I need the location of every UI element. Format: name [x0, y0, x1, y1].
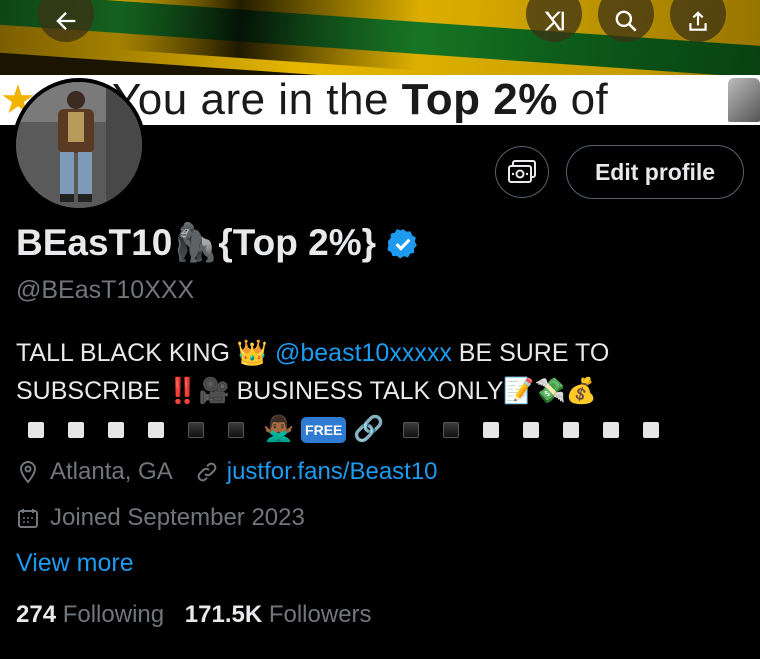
location-pin-icon: [19, 460, 37, 484]
avatar[interactable]: [12, 78, 146, 212]
grok-icon: [544, 11, 564, 31]
profile-meta-row: Atlanta, GA justfor.fans/Beast10: [16, 458, 438, 486]
joined-text: Joined September 2023: [50, 504, 305, 531]
display-name-text: BEasT10🦍{Top 2%}: [16, 222, 376, 263]
person-gesturing-no-icon: 🙅🏾‍♂️: [262, 415, 295, 443]
black-square-icon: [228, 422, 244, 439]
bio: TALL BLACK KING 👑 @beast10xxxxx BE SURE …: [16, 334, 716, 448]
white-square-icon: [563, 422, 580, 439]
link-icon: [197, 462, 217, 482]
view-more-link[interactable]: View more: [16, 549, 134, 578]
trophy-icon: [728, 78, 760, 122]
search-icon: [615, 10, 637, 32]
share-icon: [689, 11, 707, 31]
black-square-icon: [188, 422, 204, 439]
black-square-icon: [403, 422, 420, 439]
edit-profile-button[interactable]: Edit profile: [566, 145, 744, 199]
following-link[interactable]: 274 Following: [16, 601, 164, 628]
bio-decor-line: 🙅🏾‍♂️ FREE 🔗: [16, 410, 716, 448]
verified-badge-icon[interactable]: [386, 227, 420, 261]
bio-line: SUBSCRIBE ‼️🎥 BUSINESS TALK ONLY📝💸💰: [16, 377, 597, 405]
money-icon: [508, 160, 536, 183]
white-square-icon: [603, 422, 620, 439]
display-name: BEasT10🦍{Top 2%}: [16, 222, 420, 265]
follow-counts: 274 Following 171.5K Followers: [16, 601, 372, 629]
joined-row: Joined September 2023: [16, 504, 305, 532]
link-emoji-icon: 🔗: [353, 415, 385, 443]
white-square-icon: [643, 422, 660, 439]
avatar-photo: [16, 82, 142, 208]
white-square-icon: [148, 422, 164, 439]
handle: @BEasT10XXX: [16, 276, 195, 304]
arrow-left-icon: [56, 12, 76, 30]
location-text: Atlanta, GA: [50, 458, 173, 485]
website-link[interactable]: justfor.fans/Beast10: [227, 458, 438, 486]
white-square-icon: [483, 422, 500, 439]
free-badge: FREE: [301, 417, 347, 444]
white-square-icon: [523, 422, 540, 439]
white-square-icon: [108, 422, 124, 439]
monetization-button[interactable]: [495, 146, 549, 198]
white-square-icon: [68, 422, 84, 439]
calendar-icon: [18, 509, 38, 528]
followers-link[interactable]: 171.5K Followers: [185, 601, 372, 628]
bio-line: TALL BLACK KING 👑 @beast10xxxxx BE SURE …: [16, 339, 610, 367]
black-square-icon: [443, 422, 460, 439]
bio-mention-link[interactable]: @beast10xxxxx: [275, 339, 452, 367]
white-square-icon: [28, 422, 44, 439]
